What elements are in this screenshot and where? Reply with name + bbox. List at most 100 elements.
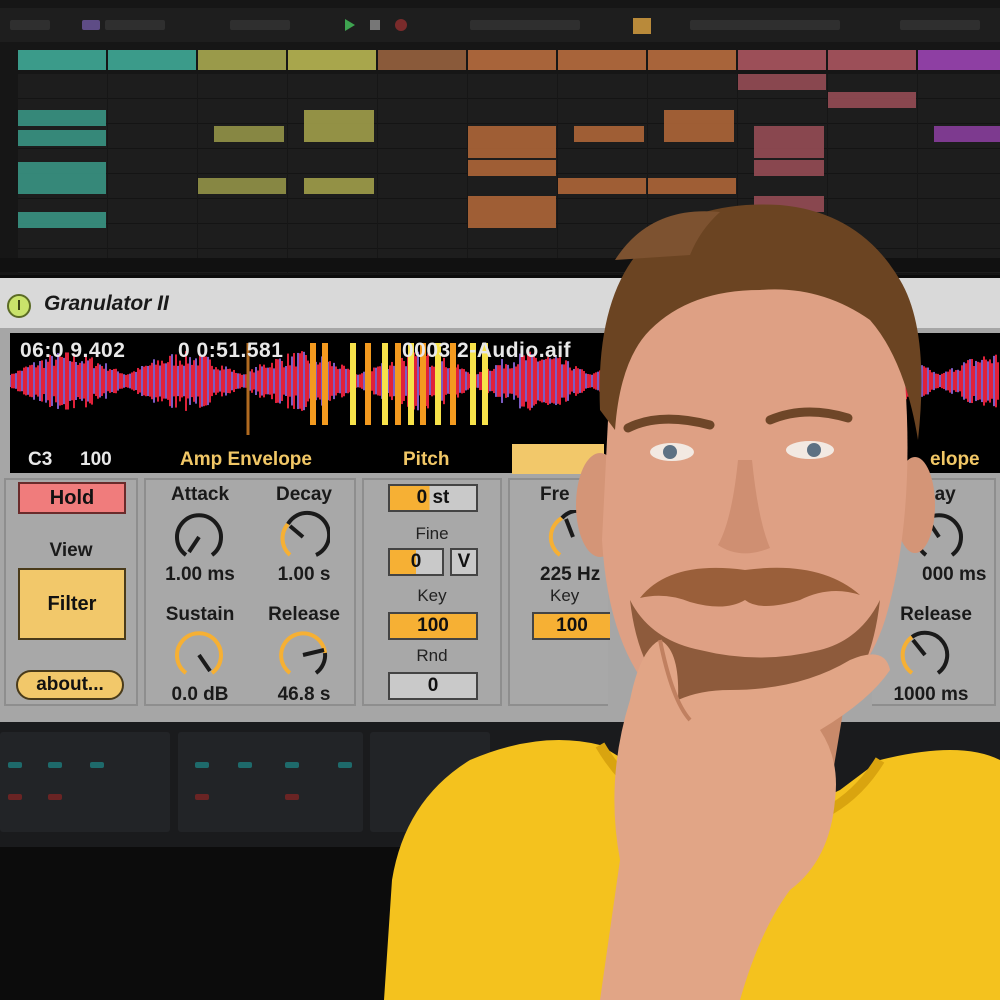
pitch-header: Pitch xyxy=(403,449,450,470)
track-column xyxy=(828,50,918,275)
freq-knob[interactable] xyxy=(546,510,600,564)
waveform-display[interactable]: 06:0 9.402 0 0:51.581 0003 2-Audio.aif C… xyxy=(10,333,1000,474)
global-panel: Hold View Filter about... xyxy=(4,478,138,706)
clip[interactable] xyxy=(468,196,556,212)
attack-knob[interactable] xyxy=(172,510,226,564)
clip[interactable] xyxy=(468,142,556,158)
clip[interactable] xyxy=(18,212,106,228)
amp-envelope-header: Amp Envelope xyxy=(180,449,312,470)
track-header[interactable] xyxy=(468,50,556,70)
about-button[interactable]: about... xyxy=(16,670,124,700)
clip[interactable] xyxy=(574,126,644,142)
track-header[interactable] xyxy=(648,50,736,70)
filter-view-button[interactable]: Filter xyxy=(18,568,126,640)
track-header[interactable] xyxy=(18,50,106,70)
track-column xyxy=(108,50,198,275)
session-view-background xyxy=(0,0,1000,275)
time-right-readout: 0 0:51.581 xyxy=(178,339,284,362)
sustain-value: 0.0 dB xyxy=(171,684,229,705)
track-header[interactable] xyxy=(558,50,646,70)
track-header[interactable] xyxy=(288,50,376,70)
track-column xyxy=(288,50,378,275)
clip[interactable] xyxy=(468,212,556,228)
track-header[interactable] xyxy=(738,50,826,70)
clip[interactable] xyxy=(214,126,284,142)
clip[interactable] xyxy=(198,178,286,194)
clip[interactable] xyxy=(664,110,734,126)
power-icon[interactable] xyxy=(7,294,31,318)
toolbar-block xyxy=(105,20,165,30)
toolbar-block xyxy=(230,20,290,30)
clip[interactable] xyxy=(18,110,106,126)
device-rack-background xyxy=(0,722,1000,847)
rack-indicator xyxy=(48,762,62,768)
filter-env-decay-knob[interactable] xyxy=(912,510,966,564)
grain-marker xyxy=(365,343,371,425)
session-footer xyxy=(0,258,1000,272)
clip[interactable] xyxy=(934,126,1000,142)
attack-label: Attack xyxy=(170,484,230,505)
rack-indicator xyxy=(90,762,104,768)
clip-grid xyxy=(648,74,737,274)
track-column xyxy=(378,50,468,275)
freq-value: 225 Hz xyxy=(540,564,601,585)
grain-marker xyxy=(310,343,316,425)
grain-marker xyxy=(395,343,401,425)
rack-device xyxy=(0,732,170,832)
rack-indicator xyxy=(338,762,352,768)
track-header[interactable] xyxy=(378,50,466,70)
clip-grid xyxy=(108,74,197,274)
rnd-field[interactable]: 0 xyxy=(388,672,478,700)
sustain-knob[interactable] xyxy=(172,628,226,682)
record-icon[interactable] xyxy=(395,19,407,31)
clip[interactable] xyxy=(754,196,824,212)
key-field[interactable]: 100 xyxy=(388,612,478,640)
toolbar-block xyxy=(82,20,100,30)
decay-value: 1.00 s xyxy=(277,564,331,585)
filter-envelope-header: elope xyxy=(930,449,980,470)
rack-indicator xyxy=(48,794,62,800)
clip[interactable] xyxy=(754,126,824,142)
v-toggle[interactable]: V xyxy=(450,548,478,576)
toolbar-block xyxy=(900,20,980,30)
clip[interactable] xyxy=(468,160,556,176)
toolbar-accent-button[interactable] xyxy=(633,18,651,34)
filter-env-release-value: 1000 ms xyxy=(893,684,969,705)
clip[interactable] xyxy=(468,126,556,142)
clip[interactable] xyxy=(304,126,374,142)
clip[interactable] xyxy=(648,178,736,194)
play-icon[interactable] xyxy=(345,19,355,31)
clip[interactable] xyxy=(304,178,374,194)
clip[interactable] xyxy=(558,178,646,194)
clip[interactable] xyxy=(304,110,374,126)
clip[interactable] xyxy=(18,162,106,178)
rack-indicator xyxy=(285,794,299,800)
clip[interactable] xyxy=(754,160,824,176)
clip[interactable] xyxy=(18,130,106,146)
track-header[interactable] xyxy=(198,50,286,70)
clip[interactable] xyxy=(828,92,916,108)
freq-label: Fre xyxy=(540,484,570,505)
fine-field[interactable]: 0 xyxy=(388,548,444,576)
decay-knob[interactable] xyxy=(276,510,330,564)
filter-key-field[interactable]: 100 xyxy=(532,612,610,640)
semitone-field[interactable]: 0 st xyxy=(388,484,478,512)
track-header[interactable] xyxy=(828,50,916,70)
track-header[interactable] xyxy=(918,50,1000,70)
filter-section-tab[interactable] xyxy=(512,444,604,474)
clip-grid xyxy=(378,74,467,274)
hold-button[interactable]: Hold xyxy=(18,482,126,514)
stop-icon[interactable] xyxy=(370,20,380,30)
release-knob[interactable] xyxy=(276,628,330,682)
clip[interactable] xyxy=(664,126,734,142)
view-label: View xyxy=(49,540,93,561)
release-value: 46.8 s xyxy=(277,684,331,705)
track-header[interactable] xyxy=(108,50,196,70)
clip[interactable] xyxy=(754,142,824,158)
track-column xyxy=(468,50,558,275)
filter-env-release-knob[interactable] xyxy=(898,628,952,682)
clip[interactable] xyxy=(18,178,106,194)
filter-panel: Fre 225 Hz Key 100 xyxy=(508,478,610,706)
clip[interactable] xyxy=(738,74,826,90)
rack-device xyxy=(370,732,490,832)
